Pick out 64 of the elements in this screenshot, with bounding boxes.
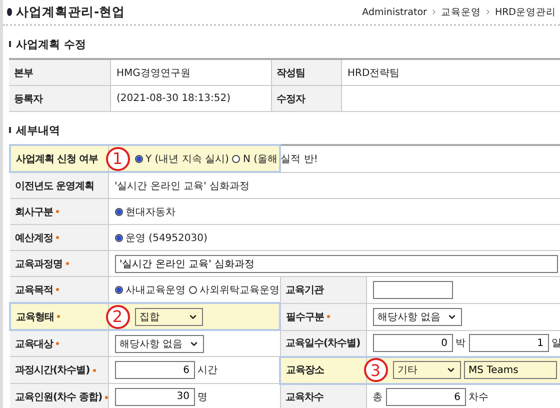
input-field[interactable]: 6 [114,361,194,379]
field-label: 교육과정명 [15,258,62,270]
chevron-down-icon [446,365,456,375]
breadcrumb-link[interactable]: Administrator [362,6,427,18]
input-field[interactable]: '실시간 온라인 교육' 심화과정 [114,254,558,272]
field-label: 필수구분 [286,312,324,322]
radio-option[interactable]: 운영 (54952030) [114,230,208,244]
select-field[interactable]: 해당사항 없음 [372,308,462,326]
breadcrumb-link[interactable]: HRD운영관리 [494,6,556,18]
field-label: 교육기관 [286,284,324,296]
field-label: 교육장소 [286,365,324,376]
input-field[interactable]: 1 [468,334,548,352]
field-label: 회사구분 [15,206,53,218]
radio-option[interactable]: Y (내년 지속 실시) [134,152,229,166]
page-title: 사업계획관리-현업 [16,4,126,20]
callout-number: 1 [106,146,130,170]
field-label: 등록자 [14,94,42,104]
input-field[interactable] [372,280,452,299]
field-value: (2021-08-30 18:13:52) [116,93,231,104]
field-label: 사업계획 신청 여부 [16,154,98,164]
title-bullet-icon [7,8,12,16]
input-field[interactable]: MS Teams [464,361,557,379]
select-field[interactable]: 해당사항 없음 [114,334,204,352]
radio-button[interactable] [114,234,122,242]
radio-button[interactable] [188,286,196,294]
field-value: '실시간 온라인 교육' 심화과정 [114,180,250,192]
field-value: HMG경영연구원 [116,68,190,78]
radio-button[interactable] [232,154,240,162]
field-value: HRD전략팀 [348,68,400,78]
callout-number: 3 [364,358,388,382]
unit-label: 일 [552,337,560,350]
field-label: 수정자 [276,94,305,104]
field-label: 교육대상 [15,338,53,350]
radio-option[interactable]: 사내교육운영 [114,282,186,296]
field-label: 교육인원(차수 종합) [15,392,102,403]
field-label: 작성팀 [276,68,305,78]
field-label: 교육차수 [286,392,324,403]
field-label: 본부 [14,68,33,78]
radio-option[interactable]: 현대자동차 [114,204,176,218]
radio-option[interactable]: 사외위탁교육운영 [188,282,280,296]
section-title: 세부내역 [16,122,60,138]
radio-button[interactable] [114,208,122,216]
select-field[interactable]: 기타 [392,361,460,379]
field-label: 교육일수(차수별) [286,338,360,349]
unit-label: 명 [198,390,208,404]
field-label: 교육형태 [16,312,54,322]
input-field[interactable]: 0 [372,334,452,352]
select-field[interactable]: 집합 [134,308,202,326]
radio-button[interactable] [114,286,122,294]
field-label: 과정시간(차수별) [15,365,90,376]
unit-label: 총 [372,391,382,404]
callout-number: 2 [106,304,130,328]
unit-label: 박 [456,337,466,350]
radio-option[interactable]: N (올해 실적 반! [232,152,318,166]
input-field[interactable]: 6 [386,388,466,406]
breadcrumb-link[interactable]: 교육운영 [440,6,481,18]
field-label: 이전년도 운영계획 [15,180,94,192]
input-field[interactable]: 30 [114,388,194,406]
field-label: 교육목적 [15,284,53,296]
section-title: 사업계획 수정 [16,36,86,52]
radio-button[interactable] [134,154,142,162]
unit-label: 시간 [198,364,218,377]
field-label: 예산계정 [15,232,53,244]
unit-label: 차수 [468,391,488,404]
